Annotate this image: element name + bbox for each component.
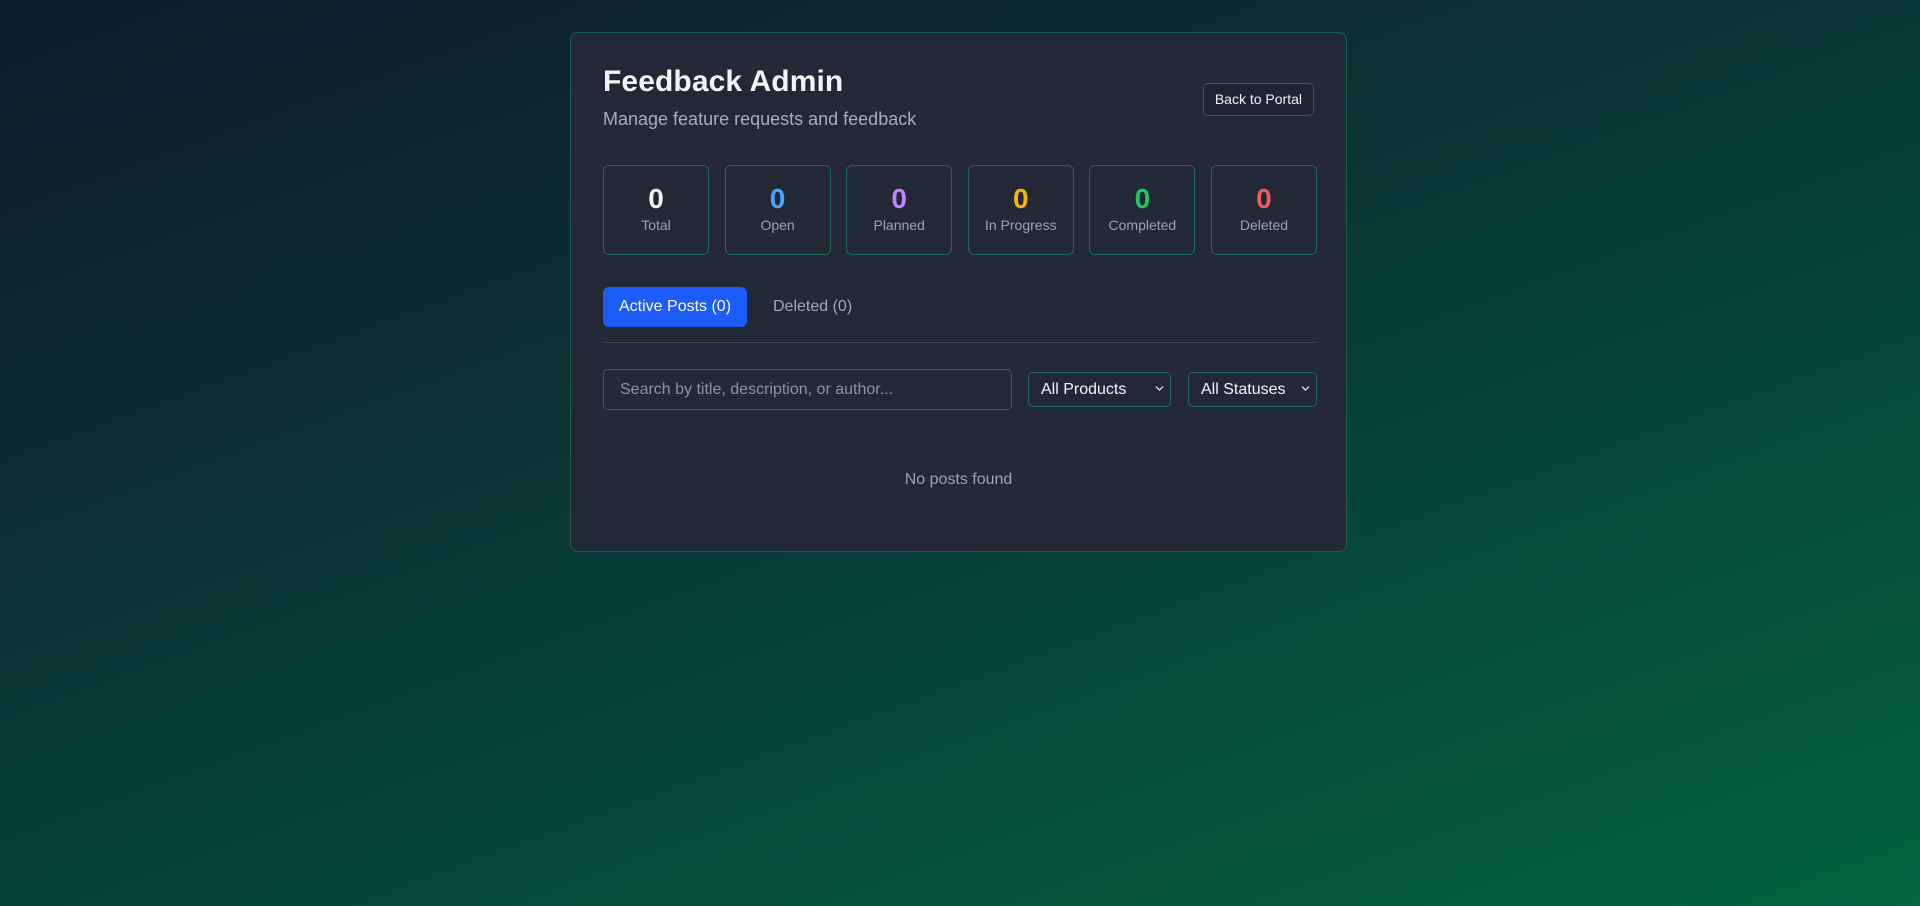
stat-label: Deleted [1239, 217, 1289, 233]
stat-label: Open [760, 217, 795, 233]
page-title: Feedback Admin [603, 65, 844, 98]
chevron-down-icon [1301, 386, 1310, 391]
page-subtitle: Manage feature requests and feedback [603, 109, 917, 129]
product-filter-select[interactable]: All Products [1028, 372, 1171, 407]
tab-bar: Active Posts (0) Deleted (0) [603, 287, 1317, 343]
product-filter-value: All Products [1041, 381, 1127, 398]
stats-row: 0 Total 0 Open 0 Planned 0 In Progress 0… [603, 165, 1317, 255]
status-filter-value: All Statuses [1201, 381, 1286, 398]
stat-label: Planned [873, 217, 925, 233]
stat-value: 0 [891, 183, 907, 214]
filter-bar: All Products All Statuses [603, 369, 1317, 411]
tab-deleted[interactable]: Deleted (0) [757, 287, 868, 327]
stat-total: 0 Total [603, 165, 709, 255]
stat-label: In Progress [984, 217, 1057, 233]
stat-planned: 0 Planned [846, 165, 953, 255]
status-filter-select[interactable]: All Statuses [1188, 372, 1317, 407]
stat-value: 0 [1256, 183, 1272, 214]
back-to-portal-button[interactable]: Back to Portal [1202, 83, 1314, 116]
tab-active-posts[interactable]: Active Posts (0) [603, 287, 748, 327]
search-input[interactable] [603, 369, 1012, 410]
stat-value: 0 [648, 183, 664, 214]
stat-value: 0 [1134, 183, 1151, 214]
stat-in-progress: 0 In Progress [967, 165, 1074, 255]
stat-label: Completed [1108, 217, 1177, 233]
stat-label: Total [641, 217, 671, 233]
stat-deleted: 0 Deleted [1210, 165, 1317, 255]
admin-panel: Feedback Admin Manage feature requests a… [570, 32, 1347, 552]
stat-completed: 0 Completed [1089, 165, 1196, 255]
stat-value: 0 [769, 183, 786, 214]
chevron-down-icon [1155, 386, 1164, 391]
stat-open: 0 Open [724, 165, 831, 255]
empty-state-message: No posts found [904, 471, 1013, 488]
stat-value: 0 [1012, 183, 1029, 214]
